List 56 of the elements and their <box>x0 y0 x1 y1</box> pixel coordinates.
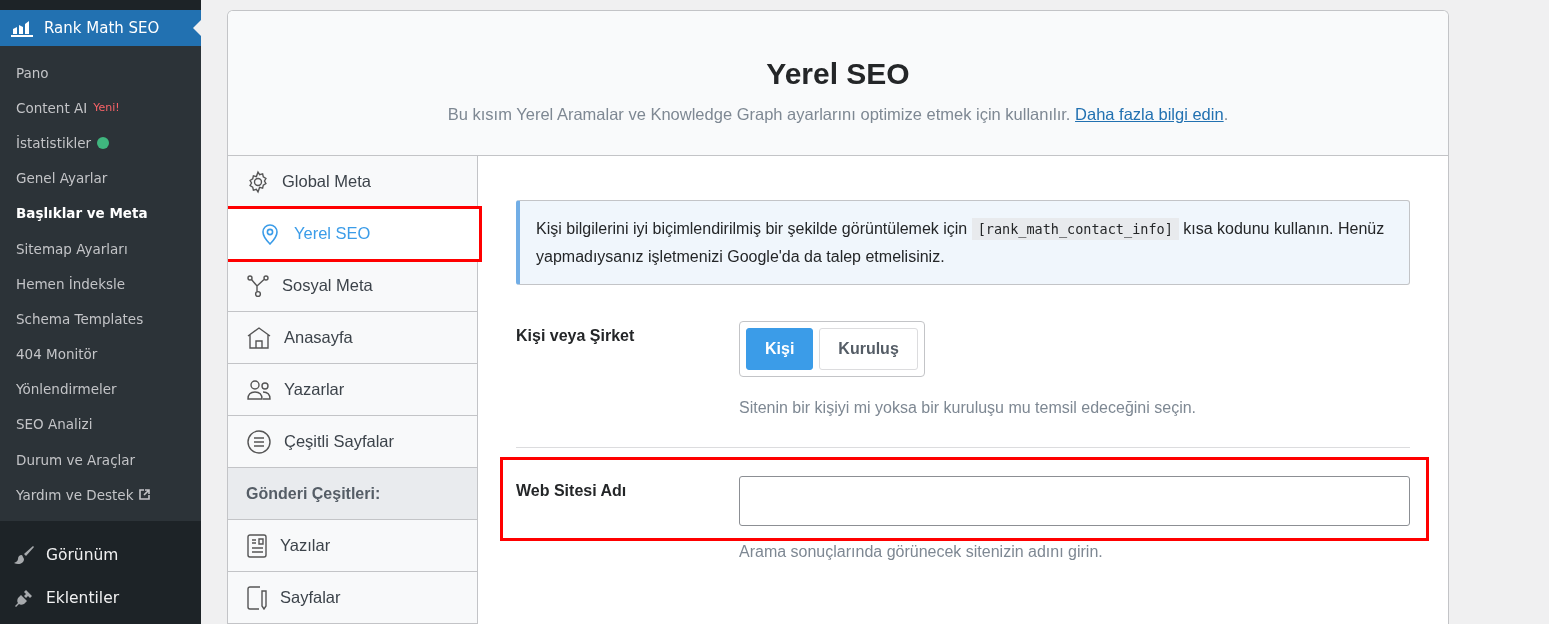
submenu-item[interactable]: Content AI Yeni! <box>0 90 201 126</box>
submenu-label: 404 Monitör <box>16 346 98 363</box>
brush-icon <box>14 544 34 565</box>
plug-icon <box>14 587 34 608</box>
submenu-item[interactable]: Pano <box>0 55 201 91</box>
submenu-item[interactable]: Yardım ve Destek <box>0 477 201 513</box>
submenu-label: Pano <box>16 64 49 81</box>
submenu-label: Content AI <box>16 99 88 116</box>
submenu-item[interactable]: SEO Analizi <box>0 406 201 443</box>
nav-tab[interactable]: Anasayfa <box>228 312 477 364</box>
gear-icon <box>246 169 270 194</box>
new-label: Yeni! <box>93 101 120 115</box>
submenu-label: Genel Ayarlar <box>16 170 108 187</box>
learn-more-link[interactable]: Daha fazla bilgi edin <box>1075 105 1224 123</box>
doc-icon <box>246 533 268 558</box>
nav-tab[interactable]: Sosyal Meta <box>228 260 477 312</box>
page-icon <box>246 585 268 610</box>
submenu-label: Yardım ve Destek <box>16 486 134 503</box>
input-field[interactable] <box>739 476 1410 526</box>
submenu-item[interactable]: Hemen İndeksle <box>0 266 201 302</box>
submenu-item[interactable]: Yönlendirmeler <box>0 371 201 407</box>
field-label: Web Sitesi Adı <box>516 481 628 501</box>
submenu-label: Yönlendirmeler <box>16 381 117 398</box>
field-description: Arama sonuçlarında görünecek sitenizin adını girin. <box>739 543 1103 561</box>
submenu-label: Sitemap Ayarları <box>16 240 128 257</box>
menu-item[interactable]: Eklentiler <box>0 576 201 620</box>
submenu-item[interactable]: 404 Monitör <box>0 336 201 372</box>
submenu-item[interactable]: Durum ve Araçlar <box>0 442 201 478</box>
submenu-item[interactable]: Schema Templates <box>0 301 201 337</box>
submenu-item[interactable]: Sitemap Ayarları <box>0 230 201 267</box>
toggle-option[interactable]: Kuruluş <box>819 328 918 370</box>
field-description: Sitenin bir kişiyi mi yoksa bir kuruluşu mu temsil edeceğini seçin. <box>739 399 1198 417</box>
submenu-label: Durum ve Araçlar <box>16 451 136 468</box>
nav-tab[interactable]: Sayfalar <box>228 572 477 624</box>
nav-section-heading: Gönderi Çeşitleri: <box>228 468 477 520</box>
submenu-label: Schema Templates <box>16 310 144 327</box>
field-label: Kişi veya Şirket <box>516 326 636 346</box>
page-description: Bu kısım Yerel Aramalar ve Knowledge Graph ayarlarını optimize etmek için kullanılır. Daha fazla bilgi edin. <box>447 105 1229 124</box>
submenu-label: Hemen İndeksle <box>16 275 126 292</box>
home-icon <box>246 325 272 350</box>
users-icon <box>246 377 272 402</box>
info-notice: Kişi bilgilerini iyi biçimlendirilmiş bir şekilde görüntülemek için [rank_math_contact_info] kısa kodunu kullanın. Henüz yapmadıysanız işletmenizi Google'da da talep etmelisiniz. <box>516 200 1410 285</box>
list-icon <box>246 428 272 455</box>
submenu-item[interactable]: Genel Ayarlar <box>0 160 201 196</box>
submenu-label: Başlıklar ve Meta <box>16 205 148 222</box>
nav-tab[interactable]: Yazılar <box>228 520 477 572</box>
page-title: Yerel SEO <box>766 57 910 91</box>
nav-tab[interactable]: Yazarlar <box>228 364 477 416</box>
share-icon <box>246 273 270 298</box>
submenu-label: İstatistikler <box>16 134 92 151</box>
menu-item[interactable]: Görünüm <box>0 533 201 577</box>
plugin-menu-item[interactable]: Rank Math SEO <box>0 10 201 46</box>
chart-icon <box>10 19 34 37</box>
submenu-item[interactable]: İstatistikler <box>0 125 201 161</box>
submenu-item[interactable]: Başlıklar ve Meta <box>0 195 201 231</box>
submenu-label: SEO Analizi <box>16 416 93 433</box>
